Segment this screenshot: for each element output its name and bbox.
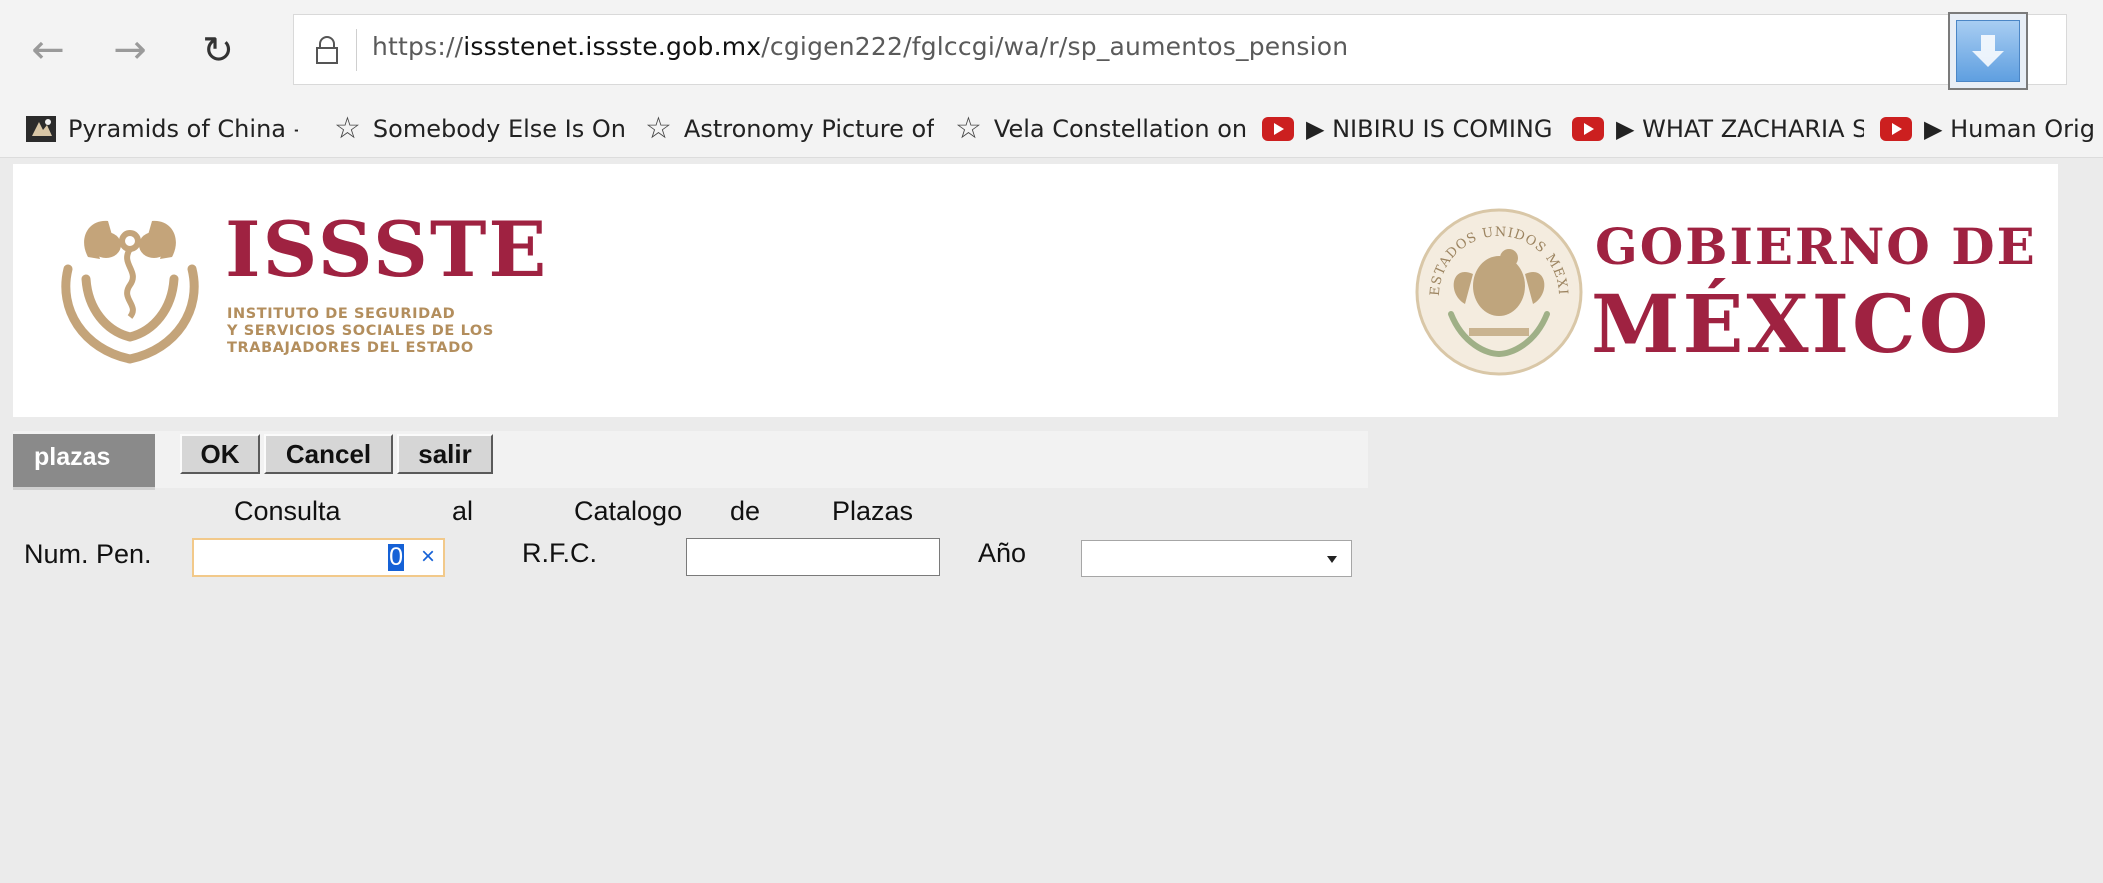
form-title-word: Plazas (832, 496, 914, 526)
star-icon: ☆ (955, 111, 982, 146)
image-favicon (26, 116, 56, 142)
gobierno-title: GOBIERNO DE (1595, 217, 2037, 276)
bookmark-item[interactable]: ☆ Somebody Else Is On (334, 110, 634, 148)
dropdown-arrow-icon (1327, 556, 1337, 563)
ano-select[interactable] (1081, 540, 1352, 577)
forward-arrow-icon[interactable]: → (104, 24, 156, 76)
bookmark-item[interactable]: ☆ Vela Constellation on (955, 110, 1275, 148)
bookmark-item[interactable]: Pyramids of China - A (26, 110, 311, 148)
cancel-button[interactable]: Cancel (264, 434, 393, 474)
url-path: /cgigen222/fglccgi/wa/r/sp_aumentos_pens… (761, 32, 1349, 61)
rfc-label: R.F.C. (522, 538, 598, 568)
bookmarks-bar: Pyramids of China - A ☆ Somebody Else Is… (0, 101, 2103, 158)
url-text[interactable]: https://issstenet.issste.gob.mx/cgigen22… (372, 32, 1348, 61)
download-arrow-icon (1956, 20, 2020, 82)
num-pen-input[interactable]: 0 × (192, 538, 445, 577)
issste-title: ISSSTE (225, 205, 549, 294)
youtube-icon (1572, 117, 1604, 141)
url-host: issstenet.issste.gob.mx (463, 32, 762, 61)
bookmark-label: Somebody Else Is On (372, 115, 626, 143)
youtube-icon (1880, 117, 1912, 141)
issste-subtitle-line: TRABAJADORES DEL ESTADO (227, 340, 474, 356)
issste-logo-icon (61, 220, 199, 364)
bookmark-label: Pyramids of China - A (68, 115, 298, 143)
download-button[interactable] (1948, 12, 2028, 90)
bookmark-item[interactable]: ▶ WHAT ZACHARIA S (1572, 110, 1866, 148)
url-prefix: https:// (372, 32, 464, 61)
issste-subtitle: INSTITUTO DE SEGURIDAD Y SERVICIOS SOCIA… (227, 306, 494, 357)
bookmark-label: Astronomy Picture of (683, 115, 934, 143)
header-banner: ISSSTE INSTITUTO DE SEGURIDAD Y SERVICIO… (13, 164, 2058, 417)
star-icon: ☆ (645, 111, 672, 146)
form-title-word: Consulta (234, 496, 341, 526)
national-seal-icon: ESTADOS UNIDOS MEXICANOS (1411, 204, 1583, 376)
rfc-input[interactable] (686, 538, 940, 576)
form-title-word: al (452, 496, 474, 526)
bookmark-label: ▶ Human Orig (1924, 115, 2095, 143)
lock-icon (316, 36, 338, 64)
address-separator (356, 29, 357, 71)
form-title-word: Catalogo (574, 496, 683, 526)
bookmark-item[interactable]: ▶ NIBIRU IS COMING (1262, 110, 1556, 148)
clear-icon[interactable]: × (421, 542, 435, 572)
star-icon: ☆ (334, 111, 361, 146)
bookmark-item[interactable]: ▶ Human Orig (1880, 110, 2103, 148)
browser-toolbar: ← → ↻ https://issstenet.issste.gob.mx/cg… (0, 0, 2103, 101)
ano-label: Año (978, 538, 1027, 568)
bookmark-label: Vela Constellation on (993, 115, 1248, 143)
tab-plazas[interactable]: plazas (13, 434, 155, 490)
bookmark-label: ▶ WHAT ZACHARIA S (1616, 115, 1864, 143)
num-pen-value: 0 (388, 543, 404, 571)
issste-subtitle-line: INSTITUTO DE SEGURIDAD (227, 306, 456, 322)
salir-button[interactable]: salir (397, 434, 493, 474)
youtube-icon (1262, 117, 1294, 141)
page-content: ISSSTE INSTITUTO DE SEGURIDAD Y SERVICIO… (0, 158, 2103, 883)
back-arrow-icon[interactable]: ← (22, 24, 74, 76)
address-bar[interactable]: https://issstenet.issste.gob.mx/cgigen22… (293, 14, 2067, 85)
bookmark-item[interactable]: ☆ Astronomy Picture of (645, 110, 945, 148)
bookmark-label: ▶ NIBIRU IS COMING (1306, 115, 1553, 143)
ok-button[interactable]: OK (180, 434, 260, 474)
form-title-word: de (730, 496, 761, 526)
num-pen-label: Num. Pen. (24, 539, 152, 569)
issste-subtitle-line: Y SERVICIOS SOCIALES DE LOS (227, 323, 494, 339)
reload-icon[interactable]: ↻ (192, 24, 244, 76)
mexico-title: MÉXICO (1591, 277, 1992, 371)
